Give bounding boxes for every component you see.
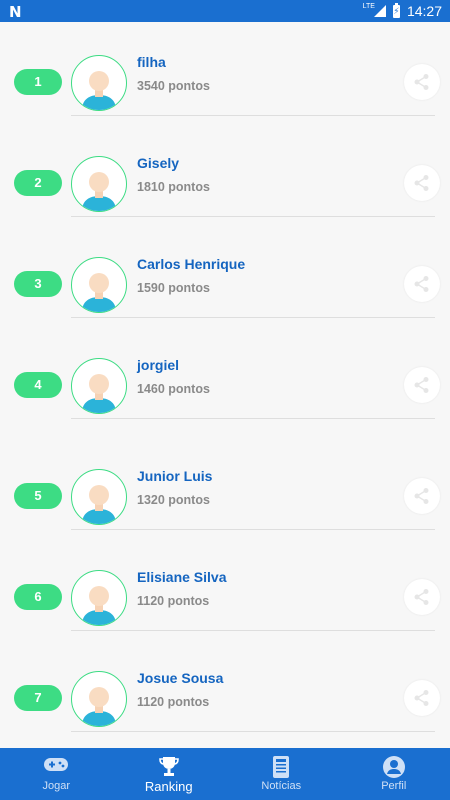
row-divider xyxy=(71,731,435,732)
nav-label: Perfil xyxy=(381,780,407,792)
row-divider xyxy=(71,630,435,631)
share-button[interactable] xyxy=(404,266,440,302)
player-name: jorgiel xyxy=(137,357,180,373)
nav-perfil[interactable]: Perfil xyxy=(338,748,450,800)
share-icon xyxy=(414,690,429,706)
share-button[interactable] xyxy=(404,478,440,514)
player-points: 1590 pontos xyxy=(137,281,210,295)
rank-badge: 4 xyxy=(14,372,62,398)
avatar-person-icon xyxy=(82,172,116,211)
player-points: 3540 pontos xyxy=(137,79,210,93)
player-points: 1460 pontos xyxy=(137,382,210,396)
player-name: filha xyxy=(137,54,166,70)
share-button[interactable] xyxy=(404,680,440,716)
share-icon xyxy=(414,488,429,504)
rank-badge: 3 xyxy=(14,271,62,297)
share-icon xyxy=(414,589,429,605)
share-icon xyxy=(414,74,429,90)
row-divider xyxy=(71,418,435,419)
bottom-nav: Jogar Ranking Notícias Perfil xyxy=(0,748,450,800)
rank-badge: 5 xyxy=(14,483,62,509)
ranking-row[interactable]: 3 Carlos Henrique 1590 pontos xyxy=(0,224,450,325)
player-points: 1120 pontos xyxy=(137,594,210,608)
player-name: Gisely xyxy=(137,155,180,171)
avatar-person-icon xyxy=(82,687,116,726)
nav-jogar[interactable]: Jogar xyxy=(0,748,113,800)
avatar xyxy=(71,570,127,626)
player-points: 1320 pontos xyxy=(137,493,210,507)
avatar xyxy=(71,257,127,313)
avatar-person-icon xyxy=(82,485,116,524)
rank-badge: 7 xyxy=(14,685,62,711)
ranking-row[interactable]: 6 Elisiane Silva 1120 pontos xyxy=(0,537,450,638)
avatar xyxy=(71,156,127,212)
share-icon xyxy=(414,175,429,191)
row-divider xyxy=(71,115,435,116)
row-divider xyxy=(71,317,435,318)
share-button[interactable] xyxy=(404,165,440,201)
row-divider xyxy=(71,216,435,217)
nav-ranking[interactable]: Ranking xyxy=(113,748,226,800)
avatar-person-icon xyxy=(82,586,116,625)
share-button[interactable] xyxy=(404,64,440,100)
rank-badge: 2 xyxy=(14,170,62,196)
notification-app-icon: N xyxy=(9,3,22,21)
nav-label: Jogar xyxy=(42,780,71,792)
player-name: Josue Sousa xyxy=(137,670,224,686)
avatar-person-icon xyxy=(82,273,116,312)
player-name: Junior Luis xyxy=(137,468,213,484)
nav-noticias[interactable]: Notícias xyxy=(225,748,338,800)
avatar-person-icon xyxy=(82,71,116,110)
ranking-row[interactable]: 1 filha 3540 pontos xyxy=(0,22,450,123)
rank-badge: 6 xyxy=(14,584,62,610)
avatar-person-icon xyxy=(82,374,116,413)
ranking-row[interactable]: 2 Gisely 1810 pontos xyxy=(0,123,450,224)
signal-icon xyxy=(373,5,386,17)
avatar xyxy=(71,55,127,111)
avatar xyxy=(71,469,127,525)
share-button[interactable] xyxy=(404,367,440,403)
ranking-row[interactable]: 7 Josue Sousa 1120 pontos xyxy=(0,638,450,739)
network-type: LTE xyxy=(362,2,375,10)
player-points: 1810 pontos xyxy=(137,180,210,194)
share-icon xyxy=(414,276,429,292)
row-divider xyxy=(71,529,435,530)
player-name: Carlos Henrique xyxy=(137,256,246,272)
nav-label: Ranking xyxy=(144,779,193,794)
player-name: Elisiane Silva xyxy=(137,569,227,585)
player-points: 1120 pontos xyxy=(137,695,210,709)
gamepad-icon xyxy=(43,755,69,778)
avatar xyxy=(71,358,127,414)
clock: 14:27 xyxy=(406,3,442,19)
battery-icon: ⚡ xyxy=(392,2,400,18)
share-icon xyxy=(414,377,429,393)
rank-badge: 1 xyxy=(14,69,62,95)
status-bar: N LTE ⚡ 14:27 xyxy=(0,0,450,22)
share-button[interactable] xyxy=(404,579,440,615)
avatar xyxy=(71,671,127,727)
ranking-row[interactable]: 5 Junior Luis 1320 pontos xyxy=(0,426,450,530)
status-icons: LTE ⚡ 14:27 xyxy=(363,2,442,20)
trophy-icon xyxy=(158,755,180,782)
ranking-list[interactable]: 1 filha 3540 pontos 2 Gisely 1810 pontos… xyxy=(0,22,450,748)
nav-label: Notícias xyxy=(261,780,302,792)
ranking-row[interactable]: 4 jorgiel 1460 pontos xyxy=(0,325,450,426)
